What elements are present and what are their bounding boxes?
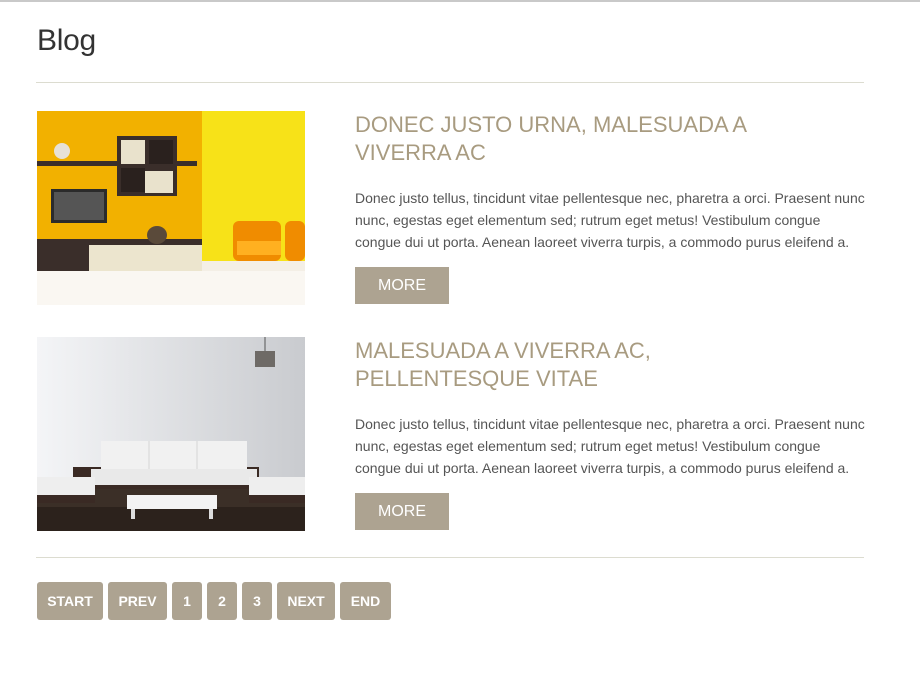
post-thumbnail-yellow-living-room[interactable] <box>37 111 305 305</box>
page-title: Blog <box>37 24 96 57</box>
pagination-page-3[interactable]: 3 <box>242 582 272 620</box>
pagination-page-2[interactable]: 2 <box>207 582 237 620</box>
pagination-start-button[interactable]: START <box>37 582 103 620</box>
post-excerpt: Donec justo tellus, tincidunt vitae pell… <box>355 416 865 476</box>
top-border <box>0 0 920 2</box>
pagination-page-1[interactable]: 1 <box>172 582 202 620</box>
divider-top <box>36 82 864 83</box>
more-button[interactable]: MORE <box>355 493 449 530</box>
post-title[interactable]: DONEC JUSTO URNA, MALESUADA A VIVERRA AC <box>355 111 825 167</box>
post-title[interactable]: MALESUADA A VIVERRA AC, PELLENTESQUE VIT… <box>355 337 825 393</box>
post-thumbnail-white-living-room[interactable] <box>37 337 305 531</box>
more-button[interactable]: MORE <box>355 267 449 304</box>
pagination-prev-button[interactable]: PREV <box>108 582 167 620</box>
divider-bottom <box>36 557 864 558</box>
pagination-end-button[interactable]: END <box>340 582 391 620</box>
post-excerpt: Donec justo tellus, tincidunt vitae pell… <box>355 190 865 250</box>
pagination-next-button[interactable]: NEXT <box>277 582 335 620</box>
pagination: START PREV 1 2 3 NEXT END <box>37 582 391 620</box>
